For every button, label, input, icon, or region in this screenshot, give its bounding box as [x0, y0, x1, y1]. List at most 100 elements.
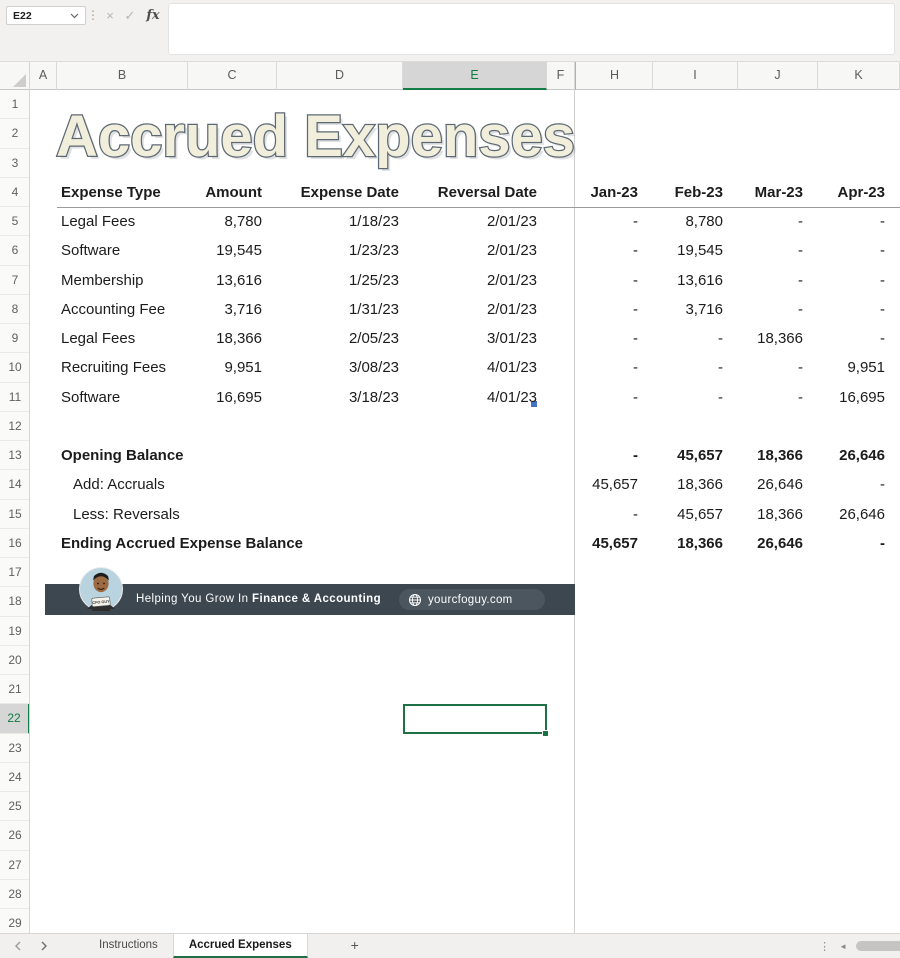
- cell-month-value[interactable]: -: [653, 324, 723, 353]
- cell-month-value[interactable]: -: [738, 295, 803, 324]
- row-header-22[interactable]: 22: [0, 704, 30, 733]
- name-box[interactable]: E22: [6, 6, 86, 25]
- tabbar-overflow-icon[interactable]: ⋮: [819, 940, 830, 953]
- summary-month-value[interactable]: 26,646: [818, 441, 885, 470]
- row-header-21[interactable]: 21: [0, 675, 30, 704]
- cell-month-value[interactable]: -: [738, 266, 803, 295]
- cell-month-value[interactable]: 16,695: [818, 383, 885, 412]
- sheet-tab-accrued-expenses[interactable]: Accrued Expenses: [173, 934, 308, 958]
- summary-month-value[interactable]: 26,646: [738, 470, 803, 499]
- summary-label[interactable]: Add: Accruals: [69, 470, 389, 499]
- tab-scroll-left-icon[interactable]: [14, 941, 22, 951]
- column-header-D[interactable]: D: [277, 62, 403, 90]
- header-month-Feb-23[interactable]: Feb-23: [653, 178, 723, 207]
- cell-expense-type[interactable]: Legal Fees: [57, 324, 207, 353]
- column-header-J[interactable]: J: [738, 62, 818, 90]
- cell-reversal-date[interactable]: 2/01/23: [403, 236, 537, 265]
- row-header-17[interactable]: 17: [0, 558, 30, 587]
- row-header-8[interactable]: 8: [0, 295, 30, 324]
- fill-handle[interactable]: [542, 730, 549, 737]
- select-all-corner[interactable]: [0, 62, 30, 90]
- cell-reversal-date[interactable]: 2/01/23: [403, 295, 537, 324]
- row-header-16[interactable]: 16: [0, 529, 30, 558]
- summary-month-value[interactable]: 18,366: [738, 500, 803, 529]
- summary-month-value[interactable]: -: [818, 470, 885, 499]
- cell-amount[interactable]: 9,951: [188, 353, 262, 382]
- cell-expense-date[interactable]: 1/25/23: [277, 266, 399, 295]
- cell-month-value[interactable]: 9,951: [818, 353, 885, 382]
- cell-month-value[interactable]: -: [738, 383, 803, 412]
- cell-month-value[interactable]: -: [738, 236, 803, 265]
- cell-month-value[interactable]: -: [818, 295, 885, 324]
- summary-month-value[interactable]: 45,657: [577, 529, 638, 558]
- hscroll-left-arrow-icon[interactable]: ◄: [839, 942, 847, 951]
- row-header-14[interactable]: 14: [0, 470, 30, 499]
- cell-month-value[interactable]: -: [653, 353, 723, 382]
- cell-expense-date[interactable]: 1/23/23: [277, 236, 399, 265]
- cell-month-value[interactable]: -: [577, 295, 638, 324]
- cell-month-value[interactable]: -: [818, 207, 885, 236]
- cell-expense-type[interactable]: Software: [57, 236, 207, 265]
- row-header-20[interactable]: 20: [0, 646, 30, 675]
- cell-expense-date[interactable]: 3/18/23: [277, 383, 399, 412]
- sheet-tab-instructions[interactable]: Instructions: [84, 934, 173, 958]
- cell-month-value[interactable]: -: [577, 236, 638, 265]
- summary-month-value[interactable]: 45,657: [577, 470, 638, 499]
- tab-scroll-right-icon[interactable]: [40, 941, 48, 951]
- cell-expense-type[interactable]: Legal Fees: [57, 207, 207, 236]
- summary-month-value[interactable]: 26,646: [818, 500, 885, 529]
- row-header-7[interactable]: 7: [0, 266, 30, 295]
- header-amount[interactable]: Amount: [188, 178, 262, 207]
- row-header-26[interactable]: 26: [0, 821, 30, 850]
- row-header-13[interactable]: 13: [0, 441, 30, 470]
- summary-month-value[interactable]: -: [577, 500, 638, 529]
- cell-reversal-date[interactable]: 4/01/23: [403, 353, 537, 382]
- column-header-E[interactable]: E: [403, 62, 547, 90]
- row-header-29[interactable]: 29: [0, 909, 30, 933]
- cell-month-value[interactable]: -: [577, 383, 638, 412]
- summary-month-value[interactable]: 26,646: [738, 529, 803, 558]
- insert-function-icon[interactable]: fx: [142, 6, 164, 25]
- toolbar-separator-dots[interactable]: ⋮: [87, 6, 99, 25]
- summary-month-value[interactable]: 45,657: [653, 441, 723, 470]
- header-expense-date[interactable]: Expense Date: [277, 178, 399, 207]
- summary-label[interactable]: Opening Balance: [57, 441, 377, 470]
- header-month-Mar-23[interactable]: Mar-23: [738, 178, 803, 207]
- cell-expense-type[interactable]: Membership: [57, 266, 207, 295]
- column-header-K[interactable]: K: [818, 62, 900, 90]
- header-month-Jan-23[interactable]: Jan-23: [577, 178, 638, 207]
- row-header-15[interactable]: 15: [0, 500, 30, 529]
- cell-amount[interactable]: 16,695: [188, 383, 262, 412]
- cell-amount[interactable]: 3,716: [188, 295, 262, 324]
- enter-icon[interactable]: ✓: [121, 6, 139, 25]
- column-header-F[interactable]: F: [547, 62, 575, 90]
- horizontal-scrollbar-thumb[interactable]: [856, 941, 900, 951]
- header-reversal-date[interactable]: Reversal Date: [403, 178, 537, 207]
- row-header-4[interactable]: 4: [0, 178, 30, 207]
- header-expense-type[interactable]: Expense Type: [57, 178, 207, 207]
- row-header-11[interactable]: 11: [0, 383, 30, 412]
- cell-month-value[interactable]: -: [818, 236, 885, 265]
- cell-month-value[interactable]: 3,716: [653, 295, 723, 324]
- column-header-A[interactable]: A: [30, 62, 57, 90]
- cancel-icon[interactable]: ×: [101, 6, 119, 25]
- row-header-25[interactable]: 25: [0, 792, 30, 821]
- cell-expense-date[interactable]: 3/08/23: [277, 353, 399, 382]
- header-month-Apr-23[interactable]: Apr-23: [818, 178, 885, 207]
- cell-month-value[interactable]: -: [577, 266, 638, 295]
- cell-amount[interactable]: 13,616: [188, 266, 262, 295]
- row-header-6[interactable]: 6: [0, 236, 30, 265]
- cell-month-value[interactable]: -: [818, 324, 885, 353]
- add-sheet-button[interactable]: +: [336, 934, 374, 958]
- column-header-I[interactable]: I: [653, 62, 738, 90]
- cell-amount[interactable]: 19,545: [188, 236, 262, 265]
- cell-expense-type[interactable]: Accounting Fee: [57, 295, 207, 324]
- row-header-1[interactable]: 1: [0, 90, 30, 119]
- cell-expense-type[interactable]: Software: [57, 383, 207, 412]
- cell-month-value[interactable]: -: [738, 207, 803, 236]
- cell-month-value[interactable]: 18,366: [738, 324, 803, 353]
- summary-month-value[interactable]: -: [818, 529, 885, 558]
- cell-month-value[interactable]: 19,545: [653, 236, 723, 265]
- cell-month-value[interactable]: -: [653, 383, 723, 412]
- cell-expense-date[interactable]: 1/18/23: [277, 207, 399, 236]
